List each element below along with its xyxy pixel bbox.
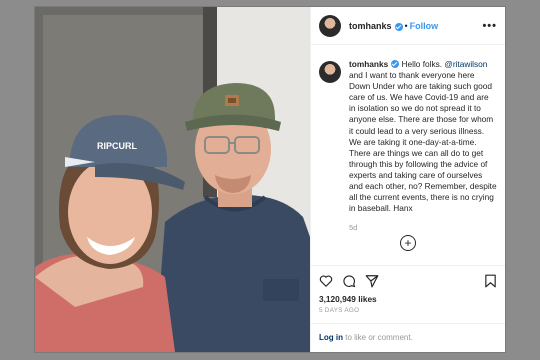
caption-text-start: Hello folks. <box>401 59 445 69</box>
cap-logo-text: RIPCURL <box>97 141 138 151</box>
load-more-comments-button[interactable]: + <box>400 235 416 251</box>
header-username[interactable]: tomhanks <box>349 21 392 31</box>
caption-comment: tomhanks Hello folks. @ritawilson and I … <box>311 45 505 233</box>
action-bar <box>311 265 505 295</box>
login-link[interactable]: Log in <box>319 333 343 342</box>
share-icon[interactable] <box>365 274 379 288</box>
post-photo-image: RIPCURL <box>35 7 310 352</box>
caption-username[interactable]: tomhanks <box>349 59 388 69</box>
login-prompt: Log in to like or comment. <box>311 323 505 352</box>
post-date: 5 DAYS AGO <box>319 307 360 314</box>
caption-age: 5d <box>349 223 358 233</box>
caption-verified-badge-icon <box>391 60 400 68</box>
post-sidebar: tomhanks • Follow ••• tomhanks Hello fol… <box>310 7 505 352</box>
follow-button[interactable]: Follow <box>410 21 439 31</box>
post-photo[interactable]: RIPCURL <box>35 7 310 352</box>
likes-count[interactable]: 3,120,949 likes <box>319 294 377 304</box>
bookmark-icon[interactable] <box>484 274 497 288</box>
comment-icon[interactable] <box>342 274 356 288</box>
login-prompt-text: to like or comment. <box>343 333 413 342</box>
caption-avatar[interactable] <box>319 61 341 83</box>
caption-text-block: tomhanks Hello folks. @ritawilson and I … <box>349 59 497 233</box>
post-header: tomhanks • Follow ••• <box>311 7 505 45</box>
mention-link[interactable]: @ritawilson <box>444 59 487 69</box>
heart-icon[interactable] <box>319 274 333 288</box>
verified-badge-icon <box>394 22 403 31</box>
caption-text-rest: and I want to thank everyone here Down U… <box>349 70 497 214</box>
header-separator: • <box>404 20 408 31</box>
more-options-icon[interactable]: ••• <box>482 20 497 32</box>
avatar[interactable] <box>319 14 341 37</box>
instagram-post: RIPCURL tomhanks • Follow ••• tomhanks H… <box>35 7 505 352</box>
